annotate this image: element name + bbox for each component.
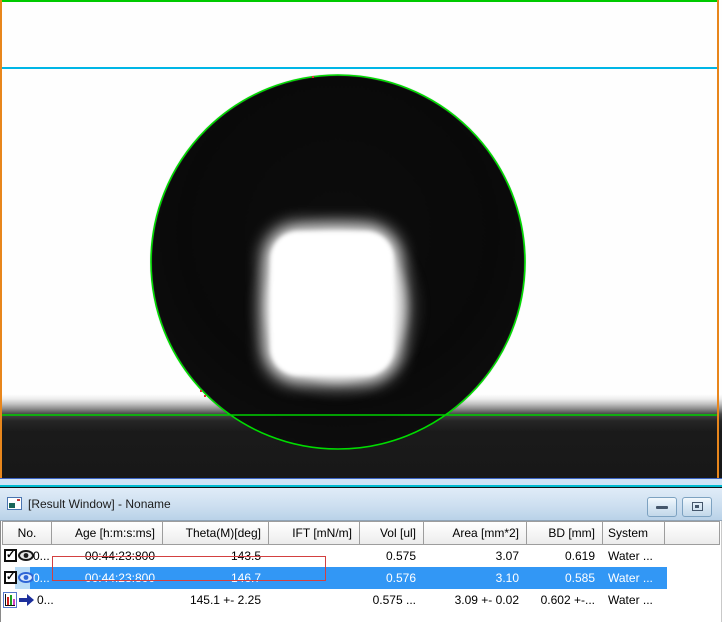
right-frame-line <box>717 0 719 478</box>
camera-view <box>0 0 722 478</box>
measurement-overlay <box>0 0 722 478</box>
row-number: 0... <box>37 589 54 611</box>
cell-area: 3.10 <box>424 567 527 589</box>
row-number: 0... <box>33 567 50 589</box>
eye-icon <box>18 572 34 583</box>
fit-deviation-mark <box>312 76 314 78</box>
row-checkbox[interactable]: ✓ <box>4 549 17 562</box>
column-header-age[interactable]: Age [h:m:s:ms] <box>52 521 163 545</box>
fit-deviation-mark <box>200 390 202 392</box>
fit-deviation-mark <box>204 395 206 397</box>
result-window-title: [Result Window] - Noname <box>28 488 171 521</box>
row-checkbox[interactable]: ✓ <box>4 571 17 584</box>
fit-circle-overlay <box>151 75 525 449</box>
cell-age <box>52 589 163 611</box>
minimize-button[interactable] <box>647 497 677 517</box>
maximize-button[interactable] <box>682 497 712 517</box>
table-header: No. Age [h:m:s:ms] Theta(M)[deg] IFT [mN… <box>0 521 722 545</box>
top-guide-line <box>2 0 717 2</box>
column-header-theta[interactable]: Theta(M)[deg] <box>163 521 269 545</box>
cell-bd: 0.619 <box>527 545 603 567</box>
cell-vol: 0.576 <box>360 567 424 589</box>
column-header-vol[interactable]: Vol [ul] <box>360 521 424 545</box>
column-header-empty[interactable] <box>665 521 720 545</box>
cell-theta: 145.1 +- 2.25 <box>163 589 269 611</box>
result-window-icon <box>7 497 22 510</box>
cell-ift <box>269 589 360 611</box>
annotation-red-box <box>52 556 326 581</box>
eye-icon <box>18 550 34 561</box>
app-window: [Result Window] - Noname No. Age [h:m:s:… <box>0 0 722 622</box>
column-header-area[interactable]: Area [mm*2] <box>424 521 527 545</box>
cell-area: 3.07 <box>424 545 527 567</box>
row-number: 0... <box>33 545 50 567</box>
column-header-bd[interactable]: BD [mm] <box>527 521 603 545</box>
column-header-system[interactable]: System <box>603 521 665 545</box>
cell-vol: 0.575 ... <box>360 589 424 611</box>
left-frame-line <box>0 0 2 478</box>
cell-bd: 0.602 +-... <box>527 589 603 611</box>
minimize-icon <box>656 506 668 509</box>
maximize-icon <box>692 502 703 511</box>
cell-system: Water ... <box>603 545 665 567</box>
cell-vol: 0.575 <box>360 545 424 567</box>
column-header-ift[interactable]: IFT [mN/m] <box>269 521 360 545</box>
cell-system: Water ... <box>603 567 665 589</box>
cell-bd: 0.585 <box>527 567 603 589</box>
table-row-mean[interactable]: 0... 145.1 +- 2.25 0.575 ... 3.09 +- 0.0… <box>0 589 722 611</box>
arrow-right-icon <box>19 594 35 606</box>
focus-guide-line[interactable] <box>2 67 717 69</box>
bar-chart-icon <box>3 592 17 608</box>
column-header-no[interactable]: No. <box>2 521 52 545</box>
cell-system: Water ... <box>603 589 665 611</box>
cell-area: 3.09 +- 0.02 <box>424 589 527 611</box>
